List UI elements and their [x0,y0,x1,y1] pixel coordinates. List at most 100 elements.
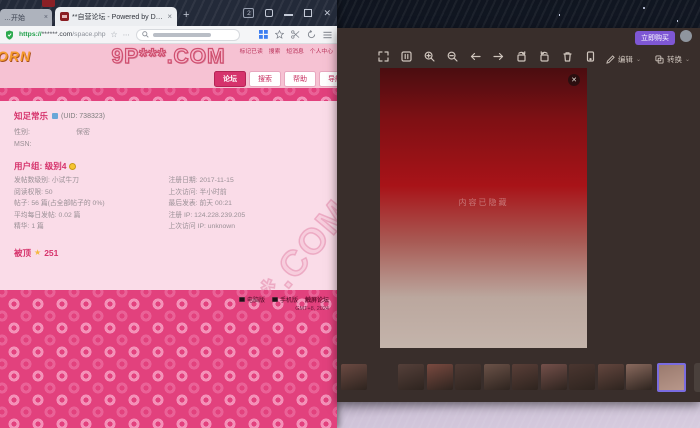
security-shield-icon [5,30,14,40]
footer-gmt-text: GMT+8, 2024 [295,306,329,312]
nav-tab-search[interactable]: 搜索 [249,71,281,87]
thumbnail-placeholder[interactable] [541,364,567,390]
panel-icon[interactable] [265,9,273,17]
thumbnail-placeholder[interactable] [569,364,595,390]
window-minimize-button[interactable] [284,14,293,16]
active-tab-title: **自营论坛 - Powered by D… [72,12,164,22]
active-tab[interactable]: **自营论坛 - Powered by D… × [55,7,177,26]
previous-image-icon[interactable] [469,50,481,62]
footer-site-name[interactable]: 触屏论坛 [305,295,329,304]
nav-tab-help[interactable]: 帮助 [284,71,316,87]
desktop-wallpaper: …开始 × **自营论坛 - Powered by D… × + 2 ✕ [0,0,700,428]
thumbnail-placeholder[interactable] [484,364,510,390]
thumbnail-placeholder[interactable] [598,364,624,390]
phone-icon [272,297,278,302]
stat-last-post: 最后发表: 前天 00:21 [169,198,324,210]
liked-count: 251 [44,248,58,258]
browser-tab-strip: …开始 × **自营论坛 - Powered by D… × + 2 ✕ [0,0,337,26]
monitor-icon [239,297,245,302]
stat-last-ip: 上次访问 IP: unknown [169,221,324,233]
wallpaper-star [677,20,679,22]
thumbnail-selected[interactable] [657,363,686,392]
new-tab-button[interactable]: + [183,10,189,21]
image-close-icon[interactable]: ✕ [568,74,580,86]
convert-button[interactable]: 转换⌄ [655,54,690,65]
thumbnail-placeholder[interactable] [455,364,481,390]
fullscreen-icon[interactable] [377,50,389,62]
star-icon: ★ [34,248,41,257]
view-more-button[interactable]: 查看更多 [694,363,700,392]
profile-uid: (UID: 738323) [61,113,105,120]
forum-footer: 电脑版 手机版 触屏论坛 GMT+8, 2024 [0,290,337,428]
thumbnail-placeholder[interactable] [427,364,453,390]
url-scheme: https:// [19,31,42,38]
scissors-clip-icon[interactable] [291,30,300,39]
actual-size-icon[interactable] [400,50,412,62]
stat-register-date: 注册日期: 2017-11-15 [169,175,324,187]
profile-username[interactable]: 知足常乐 [14,110,48,122]
nav-tab-extra[interactable]: 导航 [319,71,337,87]
background-tab[interactable]: …开始 × [0,9,52,26]
header-links: 标记已读 搜索 短消息 个人中心 [240,46,333,55]
liked-label: 被顶 [14,247,31,259]
apps-grid-icon[interactable] [259,30,268,39]
thumbnail-placeholder[interactable] [626,364,652,390]
nav-tab-forum[interactable]: 论坛 [214,71,246,87]
tab-close-icon[interactable]: × [167,12,172,21]
profile-stats: 发帖数级别: 小试牛刀 阅读权限: 50 帖子: 56 篇(占全部帖子的 0%)… [14,175,323,233]
url-more-icon[interactable]: ⋯ [123,31,131,39]
tab-close-icon[interactable]: × [44,14,48,21]
background-tab-title: …开始 [4,13,25,23]
stat-post-level: 发帖数级别: 小试牛刀 [14,175,169,187]
url-path: /space.php [72,31,105,38]
zoom-in-icon[interactable] [423,50,435,62]
header-link[interactable]: 个人中心 [310,46,333,55]
stat-read-permission: 阅读权限: 50 [14,187,169,199]
menu-hamburger-icon[interactable] [323,31,332,39]
bookmark-star-icon[interactable]: ☆ [111,30,118,39]
header-link[interactable]: 搜索 [269,46,281,55]
edit-button[interactable]: 编辑⌄ [606,54,641,65]
photo-viewer-window: 立即购买 编辑⌄ 转换⌄ 内容已隐藏 ✕ 查看更多 [337,28,700,402]
url-text[interactable]: https://******.com/space.php [19,31,106,38]
footer-link-desktop[interactable]: 电脑版 [239,295,265,304]
delete-trash-icon[interactable] [561,50,573,62]
forum-page: ORN 9P***.COM 标记已读 搜索 短消息 个人中心 论坛 搜索 帮助 … [0,44,337,428]
tab-count-badge[interactable]: 2 [243,8,254,18]
stat-digest: 精华: 1 篇 [14,221,169,233]
decor-band [0,88,337,101]
next-image-icon[interactable] [492,50,504,62]
rotate-left-icon[interactable] [515,50,527,62]
window-maximize-button[interactable] [304,9,312,17]
undo-refresh-icon[interactable] [307,30,316,39]
pencil-icon [606,55,615,64]
message-icon[interactable] [52,113,58,119]
gender-label: 性别: [14,127,76,139]
header-link[interactable]: 标记已读 [240,46,263,55]
stat-last-visit: 上次访问: 半小时前 [169,187,324,199]
favorites-star-icon[interactable] [275,30,284,39]
background-app-icon [42,0,55,7]
thumbnail-placeholder[interactable] [512,364,538,390]
rotate-right-icon[interactable] [538,50,550,62]
stat-posts: 帖子: 56 篇(占全部帖子的 0%) [14,198,169,210]
thumbnail-placeholder[interactable] [398,364,424,390]
smiley-icon [69,163,76,170]
thumbnail-strip: 查看更多 [341,362,700,392]
buy-now-button[interactable]: 立即购买 [635,31,675,45]
msn-label: MSN: [14,139,76,151]
viewer-toolbar [377,50,596,62]
account-avatar[interactable] [680,30,692,42]
main-image-placeholder-redacted[interactable]: 内容已隐藏 ✕ [380,68,587,348]
footer-link-mobile[interactable]: 手机版 [272,295,298,304]
user-group-label: 用户组: 级别4 [14,160,66,172]
url-domain-masked: ******.com [42,31,73,38]
search-input[interactable] [136,29,240,41]
forum-nav: 论坛 搜索 帮助 导航 [0,72,337,88]
zoom-out-icon[interactable] [446,50,458,62]
window-close-button[interactable]: ✕ [323,9,331,18]
ocr-doc-icon[interactable] [584,50,596,62]
thumbnail-placeholder[interactable] [341,364,367,390]
gender-value: 保密 [76,127,90,139]
header-link[interactable]: 短消息 [286,46,303,55]
